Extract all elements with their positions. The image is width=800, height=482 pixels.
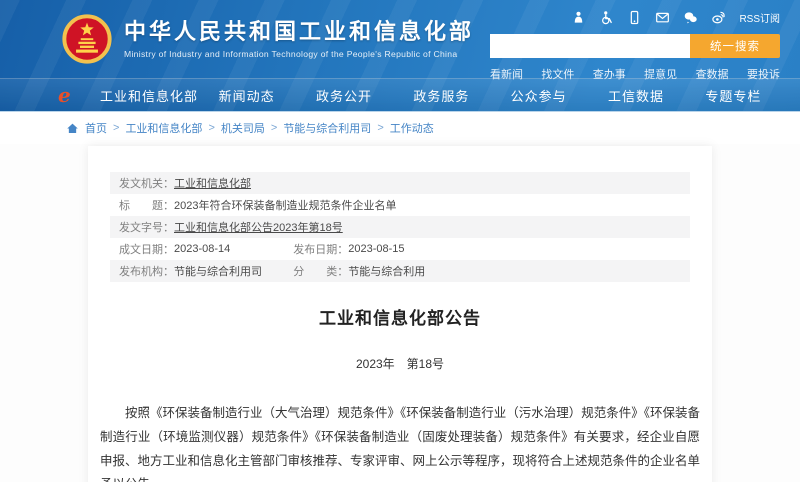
- search-bar: 统一搜索: [490, 34, 780, 58]
- meta-label: 发布日期：: [293, 241, 348, 257]
- breadcrumb-separator: >: [113, 122, 119, 134]
- page: 中华人民共和国工业和信息化部 Ministry of Industry and …: [0, 0, 800, 482]
- article-card: 发文机关： 工业和信息化部 标 题： 2023年符合环保装备制造业规范条件企业名…: [88, 146, 712, 482]
- site-brand[interactable]: 中华人民共和国工业和信息化部 Ministry of Industry and …: [62, 14, 474, 64]
- meta-value-doc-number: 工业和信息化部公告2023年第18号: [174, 219, 343, 235]
- breadcrumb-separator: >: [377, 122, 383, 134]
- header-right: RSS订阅 统一搜索 看新闻 找文件 查办事 提意见 查数据 要投诉: [490, 8, 780, 82]
- mail-icon[interactable]: [655, 10, 670, 25]
- breadcrumb-item-home[interactable]: 首页: [85, 120, 107, 136]
- article-doc-number: 2023年 第18号: [100, 355, 700, 372]
- meta-label: 标 题：: [119, 197, 174, 213]
- elder-mode-icon[interactable]: [571, 10, 586, 25]
- breadcrumb-item-work-updates: 工作动态: [390, 120, 434, 136]
- meta-row-doc-number: 发文字号： 工业和信息化部公告2023年第18号: [110, 216, 690, 238]
- nav-item-gov-services[interactable]: 政务服务: [393, 86, 490, 105]
- meta-row-title: 标 题： 2023年符合环保装备制造业规范条件企业名单: [110, 194, 690, 216]
- miit-e-logo-icon[interactable]: e: [58, 83, 100, 107]
- article-body: 按照《环保装备制造行业（大气治理）规范条件》《环保装备制造行业（污水治理）规范条…: [100, 402, 700, 482]
- meta-label: 发文机关：: [119, 175, 174, 191]
- meta-value-written-date: 2023-08-14: [174, 243, 230, 255]
- nav-item-miit[interactable]: 工业和信息化部: [100, 86, 198, 105]
- meta-row-dates: 成文日期： 2023-08-14 发布日期： 2023-08-15: [110, 238, 690, 260]
- nav-item-public-participation[interactable]: 公众参与: [490, 86, 587, 105]
- national-emblem-icon: [62, 14, 112, 64]
- breadcrumb-item-energy-conservation-dept[interactable]: 节能与综合利用司: [283, 120, 371, 136]
- doc-meta-table: 发文机关： 工业和信息化部 标 题： 2023年符合环保装备制造业规范条件企业名…: [110, 172, 690, 282]
- wechat-icon[interactable]: [683, 10, 698, 25]
- header-icon-row: RSS订阅: [490, 8, 780, 26]
- meta-value-publish-date: 2023-08-15: [348, 243, 404, 255]
- article-paragraph-1: 按照《环保装备制造行业（大气治理）规范条件》《环保装备制造行业（污水治理）规范条…: [100, 402, 700, 482]
- site-title: 中华人民共和国工业和信息化部: [124, 19, 474, 45]
- site-subtitle: Ministry of Industry and Information Tec…: [124, 49, 474, 59]
- meta-label: 发布机构：: [119, 263, 174, 279]
- main-nav: e 工业和信息化部 新闻动态 政务公开 政务服务 公众参与 工信数据 专题专栏: [0, 78, 800, 112]
- breadcrumb-item-miit[interactable]: 工业和信息化部: [125, 120, 202, 136]
- breadcrumb-separator: >: [271, 122, 277, 134]
- nav-item-gov-affairs[interactable]: 政务公开: [295, 86, 392, 105]
- header-top: 中华人民共和国工业和信息化部 Ministry of Industry and …: [0, 0, 800, 78]
- meta-value-category: 节能与综合利用: [348, 263, 425, 279]
- meta-label: 分 类：: [293, 263, 348, 279]
- meta-label: 发文字号：: [119, 219, 174, 235]
- meta-value-doc-title: 2023年符合环保装备制造业规范条件企业名单: [174, 197, 396, 213]
- meta-value-publisher: 节能与综合利用司: [174, 263, 262, 279]
- home-icon[interactable]: [66, 122, 79, 135]
- nav-item-news[interactable]: 新闻动态: [198, 86, 295, 105]
- rss-link[interactable]: RSS订阅: [739, 10, 780, 25]
- weibo-icon[interactable]: [711, 10, 726, 25]
- meta-row-issuing-authority: 发文机关： 工业和信息化部: [110, 172, 690, 194]
- site-header: 中华人民共和国工业和信息化部 Ministry of Industry and …: [0, 0, 800, 112]
- meta-label: 成文日期：: [119, 241, 174, 257]
- accessibility-icon[interactable]: [599, 10, 614, 25]
- mobile-icon[interactable]: [627, 10, 642, 25]
- meta-row-publisher: 发布机构： 节能与综合利用司 分 类： 节能与综合利用: [110, 260, 690, 282]
- meta-value-issuing-authority: 工业和信息化部: [174, 175, 251, 191]
- article-title: 工业和信息化部公告: [100, 304, 700, 329]
- nav-item-special-columns[interactable]: 专题专栏: [685, 86, 782, 105]
- search-button[interactable]: 统一搜索: [690, 34, 780, 58]
- nav-item-icit-data[interactable]: 工信数据: [587, 86, 684, 105]
- breadcrumb-separator: >: [208, 122, 214, 134]
- search-input[interactable]: [490, 34, 690, 58]
- breadcrumb: 首页 > 工业和信息化部 > 机关司局 > 节能与综合利用司 > 工作动态: [0, 112, 800, 144]
- breadcrumb-item-departments[interactable]: 机关司局: [221, 120, 265, 136]
- brand-text: 中华人民共和国工业和信息化部 Ministry of Industry and …: [124, 19, 474, 59]
